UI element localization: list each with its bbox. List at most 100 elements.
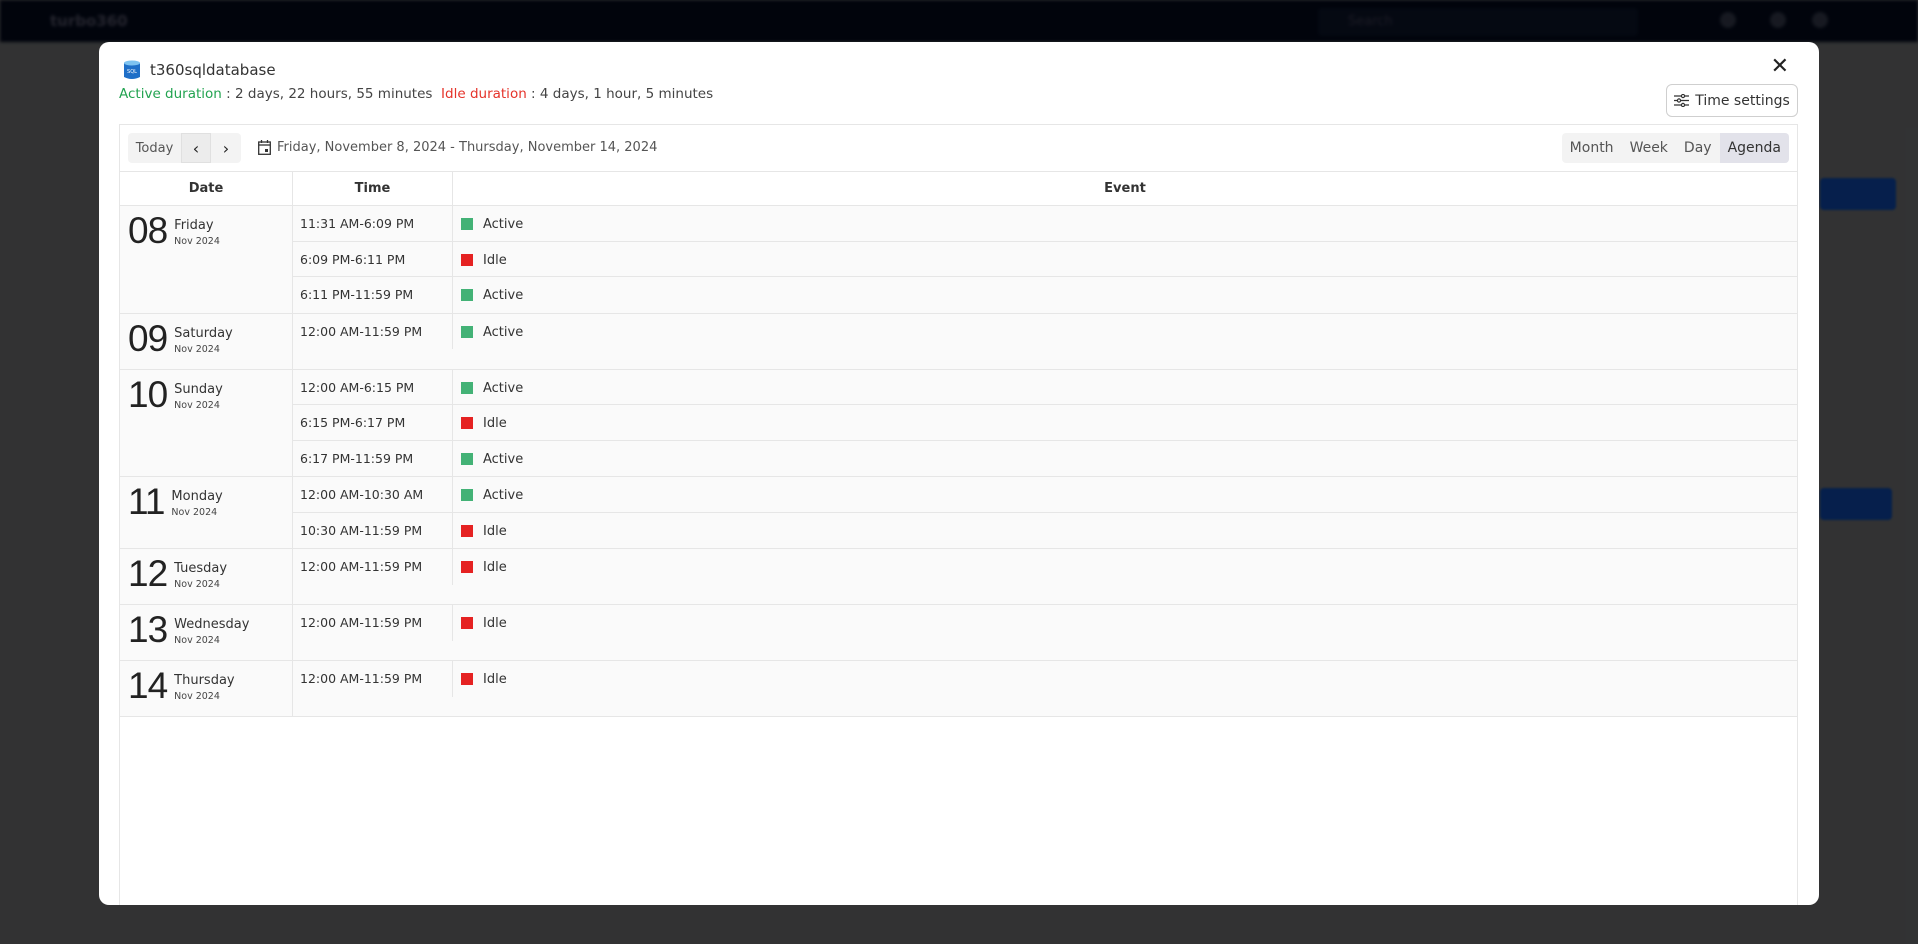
status-color-swatch — [461, 524, 473, 537]
time-cell: 12:00 AM-11:59 PM — [293, 661, 453, 697]
table-row[interactable]: 12:00 AM-11:59 PM Idle — [293, 661, 1797, 697]
active-duration-value: : 2 days, 22 hours, 55 minutes — [221, 86, 433, 102]
date-cell: 08 Friday Nov 2024 — [120, 206, 293, 313]
view-month-button[interactable]: Month — [1562, 133, 1622, 163]
view-week-button[interactable]: Week — [1622, 133, 1676, 163]
view-switcher: Month Week Day Agenda — [1561, 133, 1789, 163]
day-name: Tuesday — [174, 561, 228, 576]
time-cell: 11:31 AM-6:09 PM — [293, 206, 453, 241]
day-name: Wednesday — [174, 617, 250, 632]
date-cell: 14 Thursday Nov 2024 — [120, 661, 293, 716]
day-name: Friday — [174, 218, 214, 233]
event-cell[interactable]: Idle — [453, 661, 1797, 697]
event-cell[interactable]: Active — [453, 441, 1797, 477]
event-cell[interactable]: Idle — [453, 549, 1797, 585]
day-group: 08 Friday Nov 2024 11:31 AM-6:09 PM Acti… — [120, 206, 1797, 314]
date-cell: 10 Sunday Nov 2024 — [120, 369, 293, 476]
day-group: 12 Tuesday Nov 2024 12:00 AM-11:59 PM Id… — [120, 549, 1797, 605]
month-year: Nov 2024 — [171, 507, 218, 518]
time-cell: 12:00 AM-6:15 PM — [293, 369, 453, 404]
day-group: 14 Thursday Nov 2024 12:00 AM-11:59 PM I… — [120, 661, 1797, 717]
today-button[interactable]: Today — [128, 133, 181, 163]
table-row[interactable]: 6:17 PM-11:59 PM Active — [293, 440, 1797, 477]
time-cell: 6:17 PM-11:59 PM — [293, 440, 453, 476]
table-row[interactable]: 12:00 AM-10:30 AM Active — [293, 477, 1797, 513]
header-event: Event — [1104, 181, 1146, 196]
status-color-swatch — [461, 381, 473, 394]
event-label: Active — [483, 288, 524, 303]
table-header: Date Time Event — [120, 171, 1797, 206]
table-row[interactable]: 12:00 AM-6:15 PM Active — [293, 369, 1797, 405]
month-year: Nov 2024 — [174, 399, 220, 411]
table-row[interactable]: 12:00 AM-11:59 PM Idle — [293, 605, 1797, 641]
header-date: Date — [120, 172, 293, 205]
time-settings-button[interactable]: Time settings — [1666, 84, 1798, 117]
day-number: 13 — [128, 609, 168, 650]
event-label: Idle — [483, 616, 507, 631]
time-cell: 10:30 AM-11:59 PM — [293, 512, 453, 548]
table-row[interactable]: 6:09 PM-6:11 PM Idle — [293, 241, 1797, 277]
sliders-icon — [1674, 94, 1690, 107]
event-label: Active — [483, 380, 524, 396]
event-cell[interactable]: Idle — [453, 242, 1797, 277]
day-name: Sunday — [174, 381, 223, 397]
view-agenda-button[interactable]: Agenda — [1719, 133, 1789, 163]
day-group: 13 Wednesday Nov 2024 12:00 AM-11:59 PM … — [120, 605, 1797, 661]
status-color-swatch — [461, 417, 473, 429]
day-number: 14 — [128, 665, 168, 706]
event-label: Idle — [483, 252, 507, 268]
table-row[interactable]: 6:11 PM-11:59 PM Active — [293, 277, 1797, 313]
modal-title: SQL t360sqldatabase — [124, 60, 276, 80]
event-cell[interactable]: Active — [453, 277, 1797, 313]
day-name: Monday — [171, 489, 223, 504]
status-color-swatch — [461, 617, 473, 629]
previous-button[interactable]: ‹ — [181, 133, 211, 163]
time-cell: 12:00 AM-11:59 PM — [293, 605, 453, 641]
time-cell: 12:00 AM-11:59 PM — [293, 549, 453, 585]
table-row[interactable]: 12:00 AM-11:59 PM Idle — [293, 549, 1797, 585]
day-number: 10 — [128, 373, 168, 415]
day-number: 12 — [128, 553, 168, 594]
status-color-swatch — [461, 452, 473, 465]
day-group: 11 Monday Nov 2024 12:00 AM-10:30 AM Act… — [120, 477, 1797, 549]
view-day-button[interactable]: Day — [1676, 133, 1720, 163]
table-row[interactable]: 10:30 AM-11:59 PM Idle — [293, 512, 1797, 549]
event-label: Idle — [483, 672, 507, 687]
event-cell[interactable]: Idle — [453, 513, 1797, 549]
event-label: Idle — [483, 523, 507, 539]
table-row[interactable]: 12:00 AM-11:59 PM Active — [293, 313, 1797, 350]
event-label: Active — [483, 324, 524, 340]
event-cell[interactable]: Idle — [453, 605, 1797, 641]
time-cell: 6:09 PM-6:11 PM — [293, 241, 453, 276]
resource-schedule-modal: SQL t360sqldatabase ✕ Active duration : … — [99, 42, 1819, 905]
table-row[interactable]: 6:15 PM-6:17 PM Idle — [293, 405, 1797, 441]
date-range-label: Friday, November 8, 2024 - Thursday, Nov… — [277, 140, 658, 155]
event-cell[interactable]: Active — [453, 206, 1797, 241]
event-cell[interactable]: Idle — [453, 405, 1797, 440]
nav-button-group: Today ‹ › — [128, 133, 241, 163]
header-time: Time — [293, 172, 453, 205]
month-year: Nov 2024 — [174, 579, 220, 590]
date-range: Friday, November 8, 2024 - Thursday, Nov… — [258, 140, 657, 155]
close-icon[interactable]: ✕ — [1771, 56, 1789, 78]
time-cell: 6:15 PM-6:17 PM — [293, 405, 453, 440]
date-cell: 12 Tuesday Nov 2024 — [120, 549, 293, 604]
time-cell: 12:00 AM-10:30 AM — [293, 477, 453, 512]
day-group: 10 Sunday Nov 2024 12:00 AM-6:15 PM Acti… — [120, 369, 1797, 477]
event-cell[interactable]: Active — [453, 370, 1797, 405]
active-duration-label: Active duration — [119, 86, 222, 102]
event-label: Active — [483, 451, 524, 467]
month-year: Nov 2024 — [174, 236, 220, 247]
table-row[interactable]: 11:31 AM-6:09 PM Active — [293, 206, 1797, 242]
event-cell[interactable]: Active — [453, 477, 1797, 512]
date-cell: 11 Monday Nov 2024 — [120, 477, 293, 548]
day-name: Saturday — [174, 325, 233, 341]
status-color-swatch — [461, 561, 473, 573]
event-cell[interactable]: Active — [453, 314, 1797, 350]
next-button[interactable]: › — [211, 133, 241, 163]
svg-text:SQL: SQL — [127, 69, 137, 75]
month-year: Nov 2024 — [174, 343, 220, 355]
status-color-swatch — [461, 253, 473, 266]
day-group: 09 Saturday Nov 2024 12:00 AM-11:59 PM A… — [120, 313, 1797, 370]
event-label: Active — [483, 488, 524, 503]
